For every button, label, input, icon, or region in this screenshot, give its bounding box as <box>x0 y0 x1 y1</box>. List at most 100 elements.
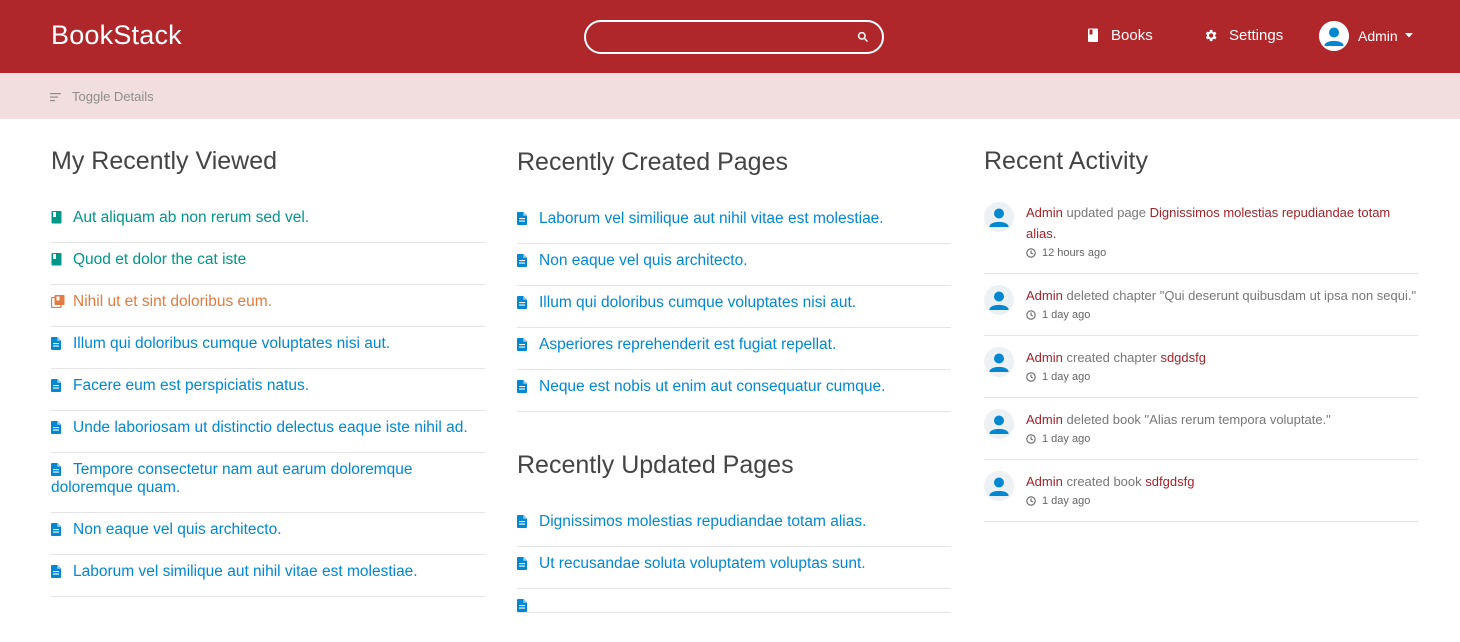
avatar[interactable] <box>984 409 1014 439</box>
app-header: BookStack Books Settings Admin <box>0 0 1460 73</box>
activity-text: Admin deleted book "Alias rerum tempora … <box>1026 409 1418 430</box>
logo[interactable]: BookStack <box>51 20 182 51</box>
list-item-label: Laborum vel similique aut nihil vitae es… <box>73 563 418 580</box>
activity-time-label: 12 hours ago <box>1042 247 1107 259</box>
list-item-label: Laborum vel similique aut nihil vitae es… <box>539 210 884 227</box>
avatar[interactable] <box>984 471 1014 501</box>
clock-icon <box>1026 434 1036 444</box>
list-item[interactable]: Facere eum est perspiciatis natus. <box>51 369 485 411</box>
gear-icon <box>1205 29 1217 41</box>
user-avatar-icon <box>984 202 1014 232</box>
list-item[interactable]: Illum qui doloribus cumque voluptates ni… <box>51 327 485 369</box>
page-icon <box>517 296 527 309</box>
recent-activity-section: Recent Activity Admin updated page Digni… <box>984 146 1418 533</box>
activity-text: Admin created book sdfgdsfg <box>1026 471 1418 492</box>
page-icon <box>51 463 61 476</box>
nav-books-label: Books <box>1111 26 1153 44</box>
avatar <box>1319 21 1349 51</box>
list-item[interactable]: Laborum vel similique aut nihil vitae es… <box>517 202 951 244</box>
list-item-label: Asperiores reprehenderit est fugiat repe… <box>539 336 837 353</box>
activity-action: created chapter <box>1066 350 1157 365</box>
list-item[interactable]: Tempore consectetur nam aut earum dolore… <box>51 453 485 513</box>
clock-icon <box>1026 248 1036 258</box>
toggle-details-button[interactable]: Toggle Details <box>50 89 154 104</box>
activity-target-link[interactable]: sdgdsfg <box>1160 350 1206 365</box>
activity-time: 1 day ago <box>1026 369 1418 385</box>
list-item[interactable]: Non eaque vel quis architecto. <box>517 244 951 286</box>
avatar[interactable] <box>984 202 1014 232</box>
list-item-label: Aut aliquam ab non rerum sed vel. <box>73 209 310 226</box>
user-avatar-icon <box>984 347 1014 377</box>
page-icon <box>517 254 527 267</box>
avatar[interactable] <box>984 285 1014 315</box>
activity-action: deleted chapter "Qui deserunt quibusdam … <box>1066 288 1417 303</box>
recently-viewed-list: Aut aliquam ab non rerum sed vel. Quod et… <box>50 201 485 597</box>
nav-books[interactable]: Books <box>1087 24 1153 46</box>
list-item[interactable]: Nihil ut et sint doloribus eum. <box>50 285 485 327</box>
search-box[interactable] <box>584 20 884 54</box>
list-item-label: Neque est nobis ut enim aut consequatur … <box>539 378 886 395</box>
list-item-label: Illum qui doloribus cumque voluptates ni… <box>73 335 391 352</box>
nav-settings[interactable]: Settings <box>1203 24 1283 46</box>
page-icon <box>51 421 61 434</box>
list-item-label: Illum qui doloribus cumque voluptates ni… <box>539 294 857 311</box>
page-icon <box>517 380 527 393</box>
list-item[interactable] <box>517 589 951 613</box>
clock-icon <box>1026 496 1036 506</box>
list-item[interactable]: Laborum vel similique aut nihil vitae es… <box>51 555 485 597</box>
list-item[interactable]: Illum qui doloribus cumque voluptates ni… <box>517 286 951 328</box>
section-title: My Recently Viewed <box>51 147 278 175</box>
book-icon <box>51 211 62 224</box>
activity-target-link[interactable]: sdfgdsfg <box>1145 474 1194 489</box>
user-name: Admin <box>1358 28 1398 44</box>
list-item[interactable]: Ut recusandae soluta voluptatem voluptas… <box>517 547 951 589</box>
list-item-label: Unde laboriosam ut distinctio delectus e… <box>73 419 468 436</box>
activity-time-label: 1 day ago <box>1042 433 1091 445</box>
list-item-label: Dignissimos molestias repudiandae totam … <box>539 513 867 530</box>
activity-user-link[interactable]: Admin <box>1026 288 1063 303</box>
list-item[interactable]: Dignissimos molestias repudiandae totam … <box>517 505 951 547</box>
list-item[interactable]: Aut aliquam ab non rerum sed vel. <box>51 201 485 243</box>
section-title: Recently Updated Pages <box>517 451 794 479</box>
activity-item: Admin deleted chapter "Qui deserunt quib… <box>984 285 1418 336</box>
shelf-icon <box>50 295 65 309</box>
list-item-label: Non eaque vel quis architecto. <box>539 252 748 269</box>
search-icon[interactable] <box>856 30 870 44</box>
search-input[interactable] <box>600 27 850 47</box>
activity-user-link[interactable]: Admin <box>1026 350 1063 365</box>
page-icon <box>517 515 527 528</box>
activity-user-link[interactable]: Admin <box>1026 205 1063 220</box>
page-icon <box>517 338 527 351</box>
list-item-label: Ut recusandae soluta voluptatem voluptas… <box>539 555 866 572</box>
activity-time: 1 day ago <box>1026 307 1418 323</box>
list-item[interactable]: Neque est nobis ut enim aut consequatur … <box>517 370 951 412</box>
activity-action: updated page <box>1066 205 1147 220</box>
list-item[interactable]: Asperiores reprehenderit est fugiat repe… <box>517 328 951 370</box>
list-item[interactable]: Quod et dolor the cat iste <box>51 243 485 285</box>
toolbar: Toggle Details <box>0 73 1460 119</box>
recent-pages-section: Recently Created Pages Laborum vel simil… <box>517 146 951 613</box>
avatar[interactable] <box>984 347 1014 377</box>
list-item[interactable]: Non eaque vel quis architecto. <box>51 513 485 555</box>
activity-time-label: 1 day ago <box>1042 371 1091 383</box>
activity-time: 1 day ago <box>1026 493 1418 509</box>
activity-user-link[interactable]: Admin <box>1026 474 1063 489</box>
user-menu[interactable]: Admin <box>1319 21 1413 51</box>
page-icon <box>51 523 61 536</box>
toggle-details-label: Toggle Details <box>72 89 154 104</box>
list-item-label: Quod et dolor the cat iste <box>73 251 247 268</box>
page-icon <box>51 565 61 578</box>
section-title: Recent Activity <box>984 147 1148 175</box>
activity-item: Admin created book sdfgdsfg 1 day ago <box>984 471 1418 522</box>
activity-text: Admin deleted chapter "Qui deserunt quib… <box>1026 285 1418 306</box>
list-item[interactable]: Unde laboriosam ut distinctio delectus e… <box>51 411 485 453</box>
activity-item: Admin deleted book "Alias rerum tempora … <box>984 409 1418 460</box>
activity-user-link[interactable]: Admin <box>1026 412 1063 427</box>
user-avatar-icon <box>984 285 1014 315</box>
page-icon <box>517 212 527 225</box>
user-avatar-icon <box>984 409 1014 439</box>
activity-time: 12 hours ago <box>1026 245 1418 261</box>
activity-text: Admin updated page Dignissimos molestias… <box>1026 202 1418 244</box>
list-item-label: Non eaque vel quis architecto. <box>73 521 282 538</box>
activity-text: Admin created chapter sdgdsfg <box>1026 347 1418 368</box>
